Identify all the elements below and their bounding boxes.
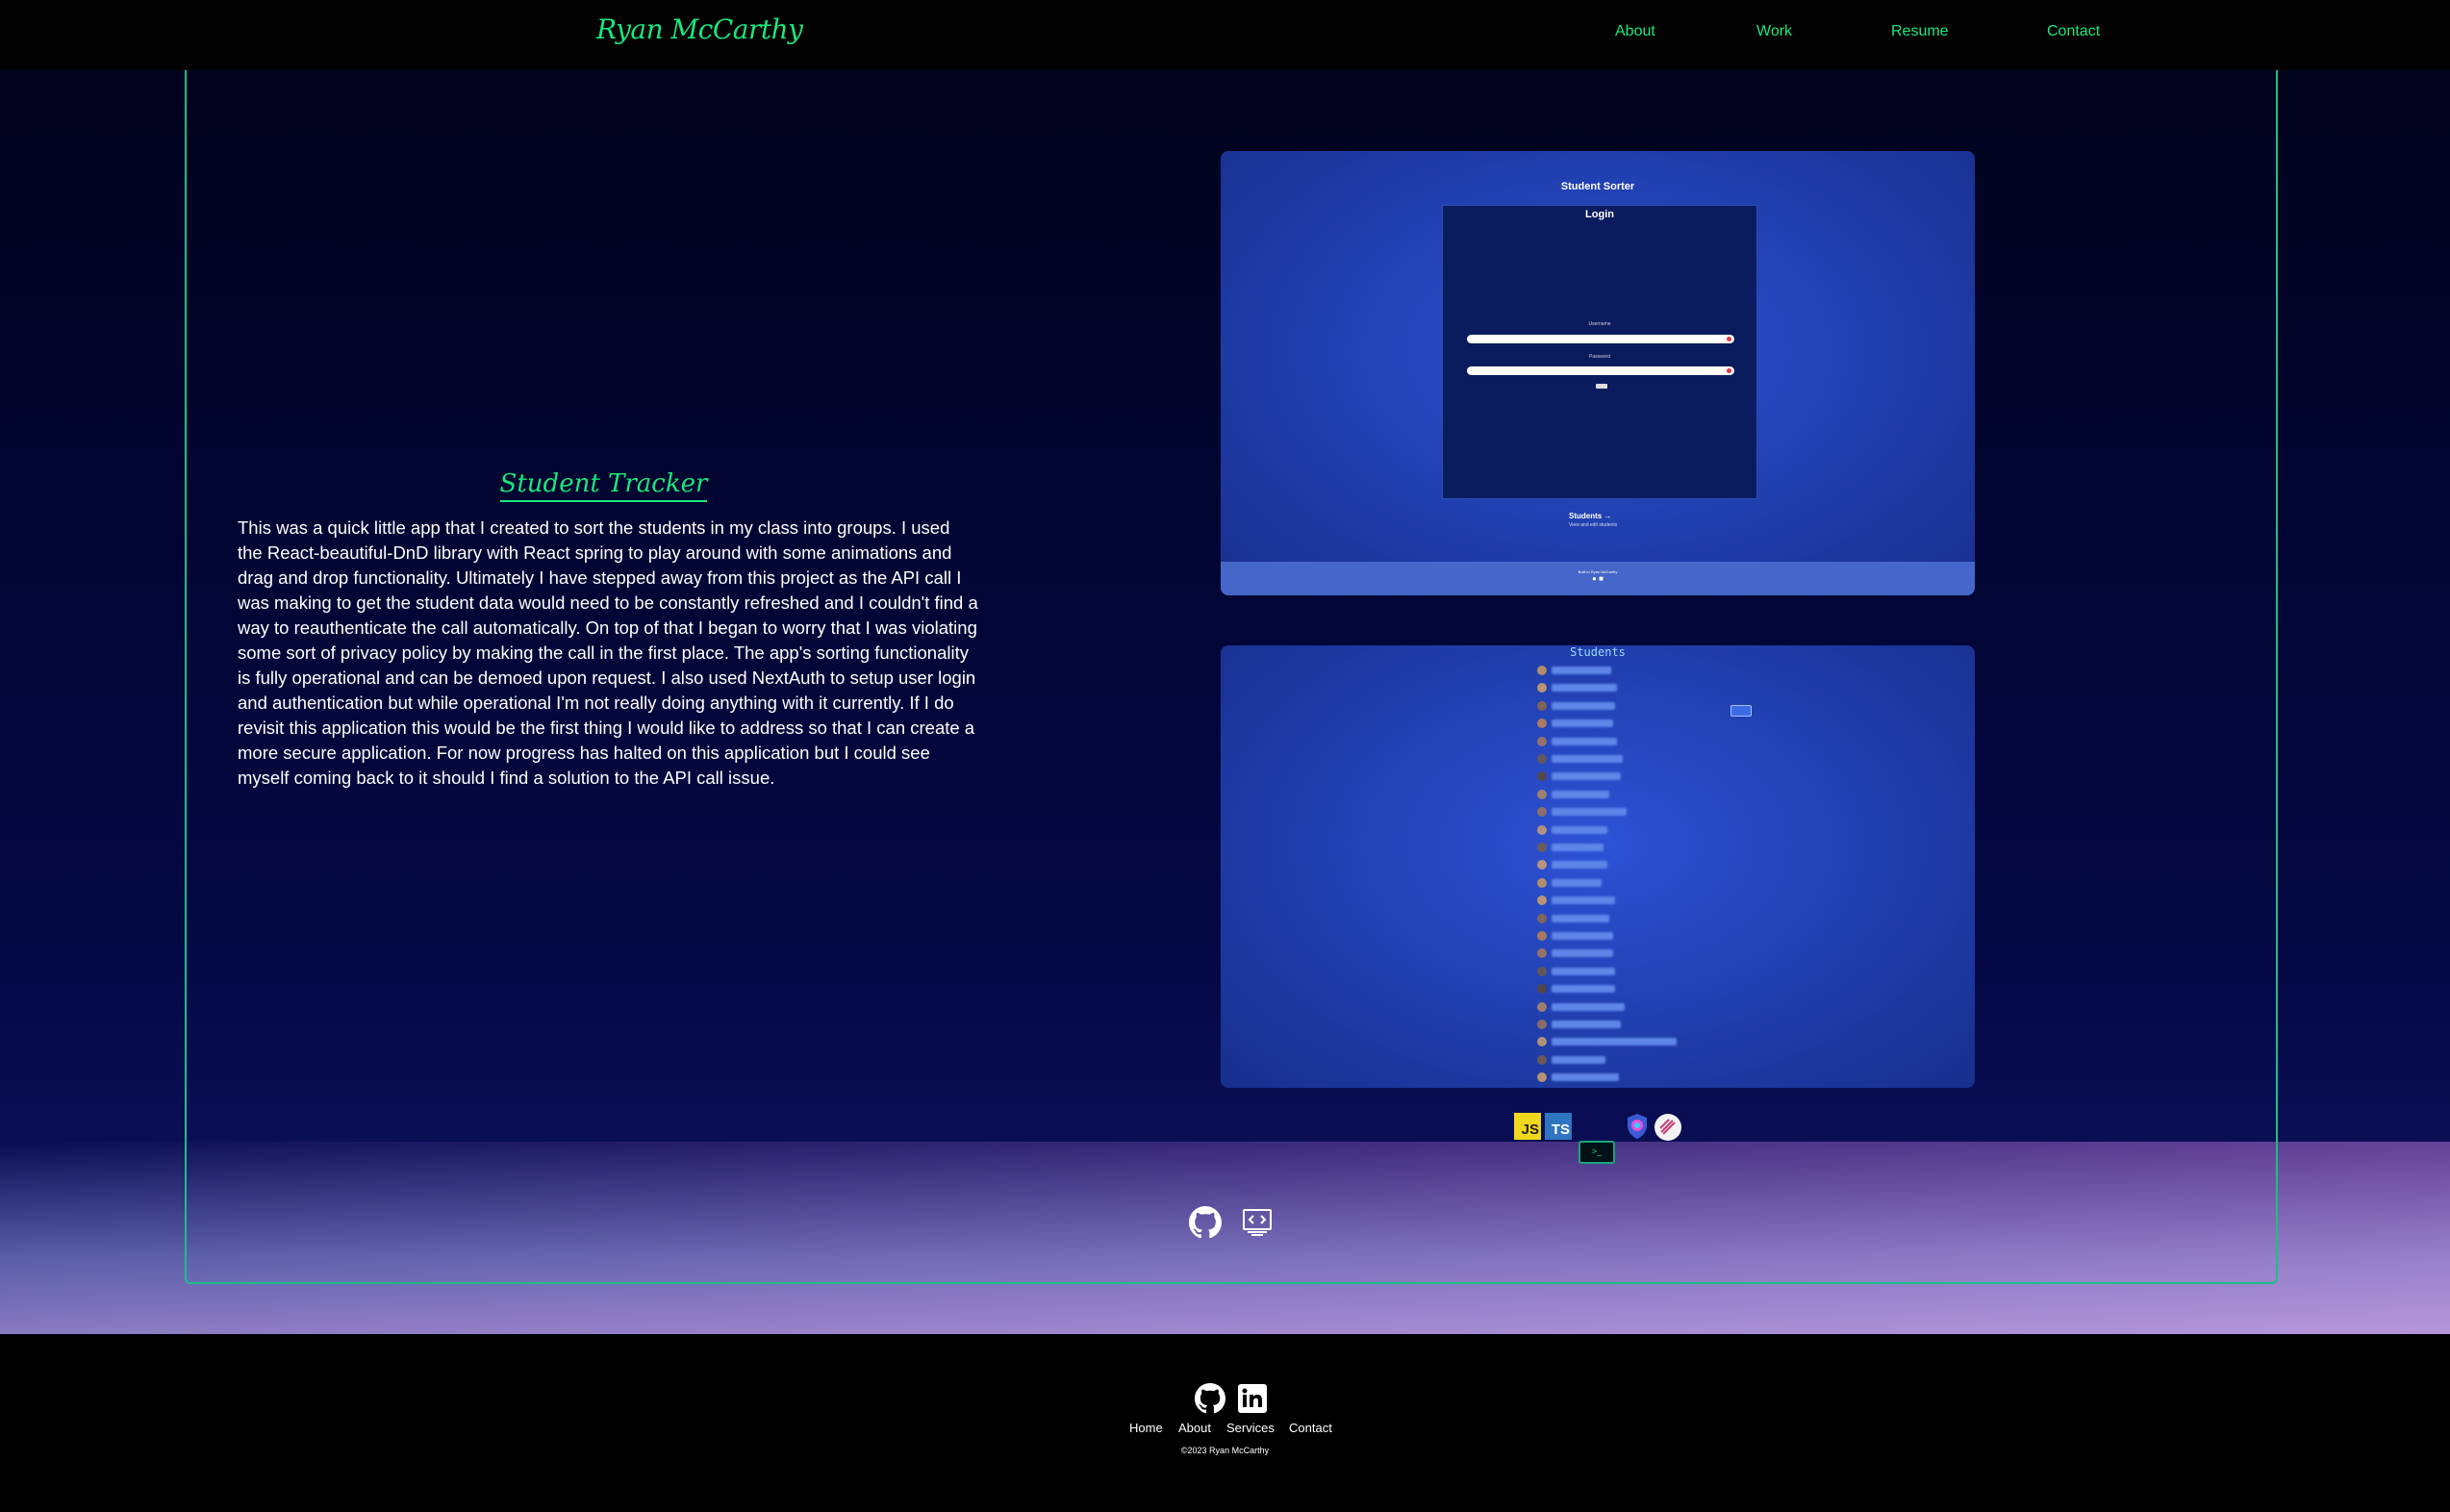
- student-name-bar: [1552, 985, 1615, 994]
- sign-in-button: [1596, 384, 1607, 389]
- student-name-bar: [1552, 684, 1617, 693]
- site-header: Ryan McCarthy About Work Resume Contact: [0, 0, 2450, 70]
- javascript-icon: JS: [1514, 1113, 1541, 1140]
- nextauth-icon: [1626, 1113, 1649, 1140]
- project-title-text: Student Tracker: [499, 469, 708, 502]
- student-avatar: [1537, 789, 1547, 799]
- student-avatar: [1537, 718, 1547, 729]
- nextjs-icon: >_: [1579, 1141, 1615, 1164]
- username-field: [1467, 335, 1734, 343]
- student-name-bar: [1552, 1021, 1621, 1028]
- nav-resume[interactable]: Resume: [1891, 23, 1949, 40]
- student-name-bar: [1552, 914, 1609, 922]
- student-avatar: [1537, 807, 1547, 818]
- student-avatar: [1537, 771, 1547, 782]
- nav-work[interactable]: Work: [1756, 23, 1792, 40]
- footer-home[interactable]: Home: [1129, 1421, 1163, 1435]
- student-name-bar: [1552, 861, 1607, 869]
- footer-services[interactable]: Services: [1226, 1421, 1275, 1435]
- screenshot-footer-icons: ● ■: [1592, 574, 1604, 583]
- password-label: Password: [1589, 354, 1610, 360]
- login-title: Login: [1585, 209, 1614, 220]
- student-name-bar: [1552, 967, 1615, 975]
- footer-contact[interactable]: Contact: [1289, 1421, 1332, 1435]
- footer-about[interactable]: About: [1178, 1421, 1211, 1435]
- footer-linkedin-icon[interactable]: [1237, 1383, 1268, 1414]
- nav-about[interactable]: About: [1615, 23, 1655, 40]
- student-name-bar: [1552, 949, 1613, 958]
- student-name-bar: [1552, 844, 1604, 851]
- username-label: Username: [1588, 321, 1611, 327]
- student-name-bar: [1552, 790, 1609, 798]
- student-name-bar: [1552, 878, 1602, 887]
- student-avatar: [1537, 913, 1547, 923]
- project-description: This was a quick little app that I creat…: [238, 517, 978, 788]
- student-avatar: [1537, 1037, 1547, 1047]
- student-name-bar: [1552, 755, 1623, 763]
- student-avatar: [1537, 966, 1547, 976]
- login-box: Login Username Password: [1442, 205, 1757, 499]
- screenshot-footer: Built in Ryan McCarthy ● ■: [1221, 562, 1975, 595]
- student-avatar: [1537, 824, 1547, 835]
- student-name-bar: [1552, 1038, 1677, 1046]
- student-name-bar: [1552, 808, 1627, 817]
- student-name-bar: [1552, 772, 1621, 781]
- student-avatar: [1537, 683, 1547, 693]
- students-title: Students: [1570, 645, 1626, 659]
- copyright: ©2023 Ryan McCarthy: [1180, 1446, 1270, 1455]
- screenshot-login: Student Sorter Login Username Password S…: [1221, 151, 1975, 595]
- footer-nav: Home About Services Contact: [0, 1421, 2450, 1440]
- student-avatar: [1537, 1072, 1547, 1083]
- student-name-bar: [1552, 932, 1613, 940]
- student-avatar: [1537, 700, 1547, 711]
- password-field: [1467, 366, 1734, 375]
- student-avatar: [1537, 948, 1547, 959]
- live-demo-icon[interactable]: [1241, 1206, 1274, 1239]
- student-avatar: [1537, 1020, 1547, 1029]
- nav-contact[interactable]: Contact: [2047, 23, 2100, 40]
- student-name-bar: [1552, 701, 1615, 710]
- react-spring-icon: [1654, 1114, 1681, 1141]
- student-avatar: [1537, 984, 1547, 995]
- student-avatar: [1537, 843, 1547, 852]
- typescript-icon: TS: [1545, 1113, 1572, 1140]
- student-name-bar: [1552, 719, 1613, 728]
- student-name-bar: [1552, 667, 1611, 674]
- student-avatar: [1537, 895, 1547, 906]
- students-link: Students →: [1569, 512, 1612, 520]
- main-nav: About Work Resume Contact: [0, 23, 2450, 46]
- student-avatar: [1537, 931, 1547, 941]
- student-name-bar: [1552, 896, 1615, 905]
- add-group-button: [1730, 705, 1752, 717]
- student-name-bar: [1552, 737, 1617, 745]
- project-title: Student Tracker: [308, 469, 899, 502]
- student-name-bar: [1552, 1055, 1605, 1064]
- student-avatar: [1537, 754, 1547, 764]
- app-title: Student Sorter: [1560, 181, 1635, 192]
- students-subtext: View and edit students: [1569, 522, 1618, 528]
- student-avatar: [1537, 1054, 1547, 1065]
- github-icon[interactable]: [1189, 1206, 1222, 1239]
- student-avatar: [1537, 736, 1547, 746]
- student-avatar: [1537, 860, 1547, 870]
- student-name-bar: [1552, 1002, 1625, 1011]
- student-name-bar: [1552, 825, 1607, 834]
- student-avatar: [1537, 1001, 1547, 1012]
- student-avatar: [1537, 877, 1547, 888]
- student-avatar: [1537, 666, 1547, 675]
- screenshot-students: Students: [1221, 645, 1975, 1088]
- screenshot-footer-text: Built in Ryan McCarthy: [1578, 569, 1618, 574]
- footer-github-icon[interactable]: [1195, 1383, 1225, 1414]
- student-name-bar: [1552, 1073, 1619, 1082]
